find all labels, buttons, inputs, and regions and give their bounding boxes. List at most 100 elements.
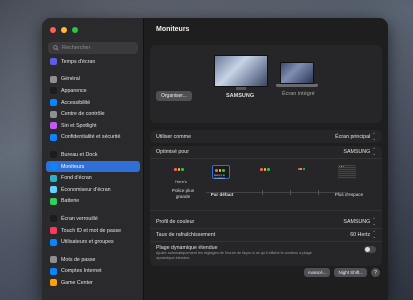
sidebar-section-gap xyxy=(46,68,140,74)
advanced-button[interactable]: Avancé... xyxy=(303,268,331,277)
search-icon xyxy=(53,45,59,51)
resolution-thumbnail xyxy=(338,165,356,179)
sidebar-item-label: Utilisateurs et groupes xyxy=(61,239,114,246)
display-samsung-label: SAMSUNG xyxy=(226,93,255,99)
window-controls xyxy=(50,27,78,33)
sidebar-item-label: Centre de contrôle xyxy=(61,111,105,118)
page-title: Moniteurs xyxy=(156,26,190,33)
dynamic-range-toggle[interactable] xyxy=(364,246,376,253)
organize-button[interactable]: Organiser... xyxy=(156,91,192,101)
main-pane: Moniteurs SAMSUNG Écran intégré Organise… xyxy=(144,18,388,300)
use-as-popup[interactable]: Écran principal ⌃ ⌄ xyxy=(335,131,376,141)
optimize-for-value: SAMSUNG xyxy=(343,149,371,155)
sidebar-item[interactable]: Centre de contrôle xyxy=(46,108,140,120)
sidebar-item[interactable]: Confidentialité et sécurité xyxy=(46,132,140,144)
resolution-caption: Par défaut xyxy=(210,192,234,197)
hand-icon xyxy=(50,133,57,141)
gear-icon xyxy=(50,75,57,83)
sidebar-item[interactable]: Écran verrouillé xyxy=(46,213,140,225)
chevron-updown-icon: ⌃ ⌄ xyxy=(372,217,376,226)
sidebar-item-label: Apparence xyxy=(61,87,87,94)
chevron-updown-icon: ⌃ ⌄ xyxy=(372,230,376,239)
night-shift-button[interactable]: Night Shift... xyxy=(334,268,367,277)
display-builtin-label: Écran intégré xyxy=(282,91,315,97)
sidebar-item[interactable]: Comptes Internet xyxy=(46,266,140,278)
screensaver-icon xyxy=(50,186,57,194)
color-profile-popup[interactable]: SAMSUNG ⌃ ⌄ xyxy=(343,217,376,226)
sidebar: Rechercher Temps d'écran Général Apparence… xyxy=(42,18,144,300)
color-profile-row[interactable]: Profil de couleur SAMSUNG ⌃ ⌄ xyxy=(150,216,382,229)
display-arrangement: SAMSUNG Écran intégré Organiser... xyxy=(150,45,382,123)
key-icon xyxy=(50,256,57,264)
color-profile-value: SAMSUNG xyxy=(343,219,371,225)
sidebar-item-label: Mots de passe xyxy=(61,256,96,263)
sidebar-item[interactable]: Batterie xyxy=(46,196,140,208)
sidebar-item[interactable]: Général xyxy=(46,74,140,86)
zoom-button[interactable] xyxy=(72,27,78,33)
traffic-dots-icon xyxy=(339,166,344,168)
refresh-rate-value: 60 Hertz xyxy=(350,232,371,238)
resolution-option-4[interactable] xyxy=(296,165,314,179)
resolution-thumbnail-selected: Here's to troubled xyxy=(212,165,230,180)
optimize-for-popup[interactable]: SAMSUNG ⌃ ⌄ xyxy=(343,147,376,156)
optimize-for-row[interactable]: Optimisé pour SAMSUNG ⌃ ⌄ xyxy=(150,146,382,159)
sidebar-list: Temps d'écran Général Apparence Accessibili… xyxy=(46,56,140,289)
sidebar-item-label: Temps d'écran xyxy=(61,58,96,65)
display-options-group: Optimisé pour SAMSUNG ⌃ ⌄ Here's Police … xyxy=(150,146,382,227)
use-as-label: Utiliser comme xyxy=(156,133,192,140)
sidebar-item-label: Accessibilité xyxy=(61,99,91,106)
refresh-rate-popup[interactable]: 60 Hertz ⌃ ⌄ xyxy=(350,230,376,239)
sidebar-item[interactable]: Siri et Spotlight xyxy=(46,120,140,132)
appearance-icon xyxy=(50,87,57,95)
search-input[interactable]: Rechercher xyxy=(48,42,138,54)
resolution-caption: Plus d'espace xyxy=(334,192,364,197)
help-button[interactable]: ? xyxy=(371,268,380,277)
refresh-rate-row[interactable]: Taux de rafraîchissement 60 Hertz ⌃ ⌄ xyxy=(150,229,382,242)
accessibility-icon xyxy=(50,99,57,107)
sidebar-item-label: Bureau et Dock xyxy=(61,151,98,158)
sidebar-item[interactable]: Temps d'écran xyxy=(46,56,140,68)
lock-icon xyxy=(50,215,57,223)
dynamic-range-row: Plage dynamique étendue Ajuste automatiq… xyxy=(150,242,382,266)
sidebar-item[interactable]: Apparence xyxy=(46,85,140,97)
display-builtin[interactable] xyxy=(280,62,314,84)
resolution-option-3[interactable] xyxy=(258,165,276,179)
use-as-group: Utiliser comme Écran principal ⌃ ⌄ xyxy=(150,130,382,143)
display-samsung[interactable] xyxy=(214,55,268,87)
display-icon xyxy=(50,163,57,171)
sidebar-item[interactable]: Moniteurs xyxy=(46,160,140,173)
minimize-button[interactable] xyxy=(61,27,67,33)
color-profile-label: Profil de couleur xyxy=(156,219,195,225)
sidebar-item[interactable]: Accessibilité xyxy=(46,97,140,109)
sidebar-item-label: Siri et Spotlight xyxy=(61,122,97,129)
sidebar-item-label: Game Center xyxy=(61,279,93,286)
sidebar-item-label: Moniteurs xyxy=(61,163,85,170)
sidebar-item[interactable]: Utilisateurs et groupes xyxy=(46,236,140,248)
sidebar-item[interactable]: Fond d'écran xyxy=(46,172,140,184)
sidebar-item-label: Fond d'écran xyxy=(61,175,92,182)
resolution-option-default[interactable]: Here's to troubled xyxy=(212,165,230,180)
sidebar-item[interactable]: Touch ID et mot de passe xyxy=(46,225,140,237)
sidebar-item[interactable]: Game Center xyxy=(46,277,140,289)
dock-icon xyxy=(50,151,57,159)
settings-window: Rechercher Temps d'écran Général Apparence… xyxy=(42,18,388,300)
sidebar-item[interactable]: Bureau et Dock xyxy=(46,149,140,161)
resolution-option-more-space[interactable] xyxy=(338,165,356,179)
traffic-dots-icon xyxy=(298,168,305,170)
color-refresh-group: Profil de couleur SAMSUNG ⌃ ⌄ Taux de raf… xyxy=(150,216,382,266)
display-stand xyxy=(236,87,246,90)
sidebar-item[interactable]: Économiseur d'écran xyxy=(46,184,140,196)
close-button[interactable] xyxy=(50,27,56,33)
chevron-updown-icon: ⌃ ⌄ xyxy=(372,131,376,141)
traffic-dots-icon xyxy=(174,168,184,171)
resolution-thumbnail xyxy=(296,165,314,179)
resolution-option-larger-text[interactable]: Here's xyxy=(172,165,190,185)
use-as-row[interactable]: Utiliser comme Écran principal ⌃ ⌄ xyxy=(150,130,382,143)
sidebar-item[interactable]: Mots de passe xyxy=(46,254,140,266)
resolution-caption: Police plus grande xyxy=(171,188,195,199)
siri-icon xyxy=(50,122,57,130)
refresh-rate-label: Taux de rafraîchissement xyxy=(156,232,216,238)
at-icon xyxy=(50,267,57,275)
sidebar-item-label: Batterie xyxy=(61,198,80,205)
resolution-tick xyxy=(262,190,263,195)
